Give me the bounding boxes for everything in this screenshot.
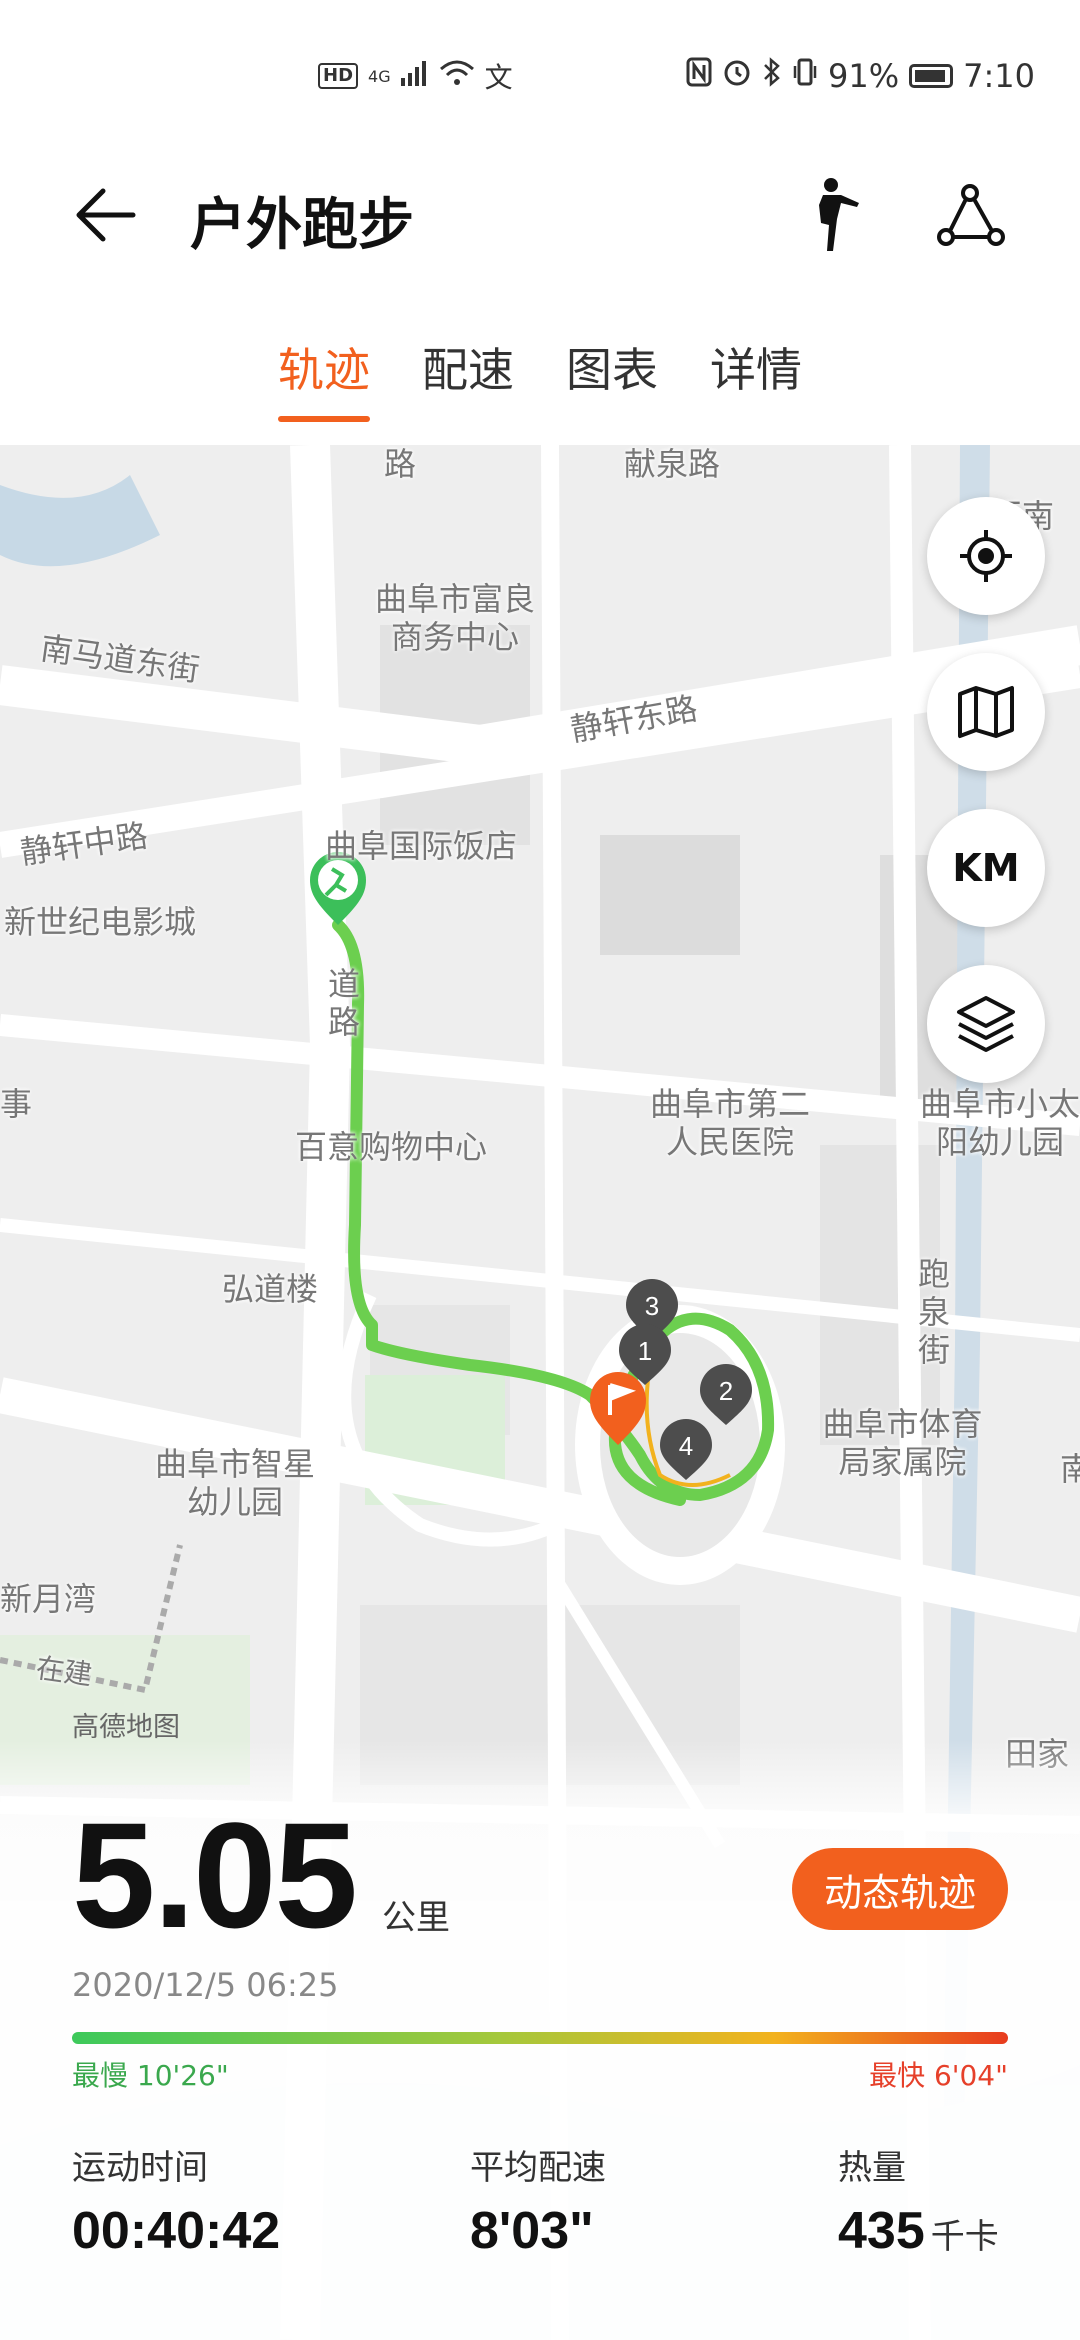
summary-panel: 5.05 公里 动态轨迹 2020/12/5 06:25 最慢 10'26" 最…	[0, 1740, 1080, 2340]
map-label-zaijian: 在建	[34, 1651, 95, 1692]
wifi-icon	[439, 59, 475, 94]
tab-bar: 轨迹 配速 图表 详情	[0, 320, 1080, 422]
pace-gradient-bar	[72, 2032, 1008, 2044]
layers-icon	[957, 996, 1015, 1052]
runner-icon	[819, 178, 859, 251]
map-label-kindergarten-right: 曲阜市小太阳幼儿园	[919, 1085, 1080, 1161]
nfc-icon	[686, 57, 712, 95]
fastest-pace: 最快 6'04"	[869, 2059, 1008, 2092]
status-bar: HD 4G 文 91% 7:10	[0, 0, 1080, 150]
map-label-dao-road: 道路	[327, 965, 360, 1041]
map-label-hotel: 曲阜国际饭店	[325, 827, 518, 865]
stat-value: 435	[838, 2202, 925, 2260]
vibrate-icon	[792, 57, 818, 95]
stat-avg-pace: 平均配速 8'03"	[470, 2140, 606, 2261]
map-label-road-top: 路	[384, 445, 417, 483]
stat-label: 运动时间	[72, 2148, 208, 2188]
runner-pose-button[interactable]	[788, 170, 878, 260]
bluetooth-icon	[762, 57, 782, 95]
km-marker-4: 4	[679, 1431, 693, 1461]
map-label-xinyuewan: 新月湾	[0, 1580, 97, 1618]
km-label: KM	[952, 846, 1020, 890]
map-label-cinema: 新世纪电影城	[4, 903, 197, 941]
crosshair-icon	[960, 530, 1012, 582]
km-marker-1: 1	[638, 1336, 652, 1366]
tab-pace[interactable]: 配速	[422, 320, 514, 420]
battery-icon	[909, 64, 954, 88]
map-label-paoquan: 跑泉街	[917, 1255, 950, 1369]
share-route-button[interactable]	[926, 170, 1016, 260]
back-button[interactable]	[60, 170, 150, 260]
layers-button[interactable]	[927, 965, 1045, 1083]
app-header: 户外跑步	[0, 150, 1080, 280]
slowest-pace: 最慢 10'26"	[72, 2059, 229, 2092]
distance-unit: 公里	[382, 1898, 450, 1938]
stat-label: 平均配速	[470, 2148, 606, 2188]
distance-value: 5.05	[72, 1791, 358, 1959]
stat-value-row: 435 千卡	[838, 2201, 999, 2261]
clock: 7:10	[963, 57, 1035, 95]
map-label-xianquan-road: 献泉路	[624, 445, 721, 483]
back-arrow-icon	[76, 188, 136, 242]
text-icon: 文	[484, 61, 513, 94]
route-icon	[937, 184, 1005, 246]
signal-icon	[400, 60, 429, 93]
km-marker-2: 2	[719, 1376, 733, 1406]
map-icon	[958, 686, 1014, 738]
hd-badge: HD	[318, 63, 359, 89]
locate-button[interactable]	[927, 497, 1045, 615]
dynamic-track-button[interactable]: 动态轨迹	[792, 1848, 1008, 1930]
map-label-fuliang-center: 曲阜市富良商务中心	[374, 580, 535, 656]
battery-percent: 91%	[828, 57, 900, 95]
map-label-hospital: 曲阜市第二人民医院	[649, 1085, 810, 1161]
map-attribution: 高德地图	[72, 1712, 180, 1743]
stat-value: 8'03"	[470, 2202, 594, 2260]
map-style-button[interactable]	[927, 653, 1045, 771]
tab-details[interactable]: 详情	[710, 320, 802, 420]
network-type: 4G	[368, 66, 391, 86]
km-toggle-button[interactable]: KM	[927, 809, 1045, 927]
status-right: 91% 7:10	[686, 56, 1035, 96]
stat-calories: 热量 435 千卡	[838, 2140, 999, 2261]
workout-date: 2020/12/5 06:25	[72, 1966, 339, 2004]
stat-value: 00:40:42	[72, 2202, 281, 2260]
page-title: 户外跑步	[190, 193, 414, 258]
alarm-icon	[722, 57, 752, 95]
stat-unit: 千卡	[930, 2218, 999, 2256]
map-label-sports-bureau: 曲阜市体育局家属院	[822, 1405, 983, 1481]
tab-chart[interactable]: 图表	[566, 320, 658, 420]
tab-track[interactable]: 轨迹	[278, 320, 370, 422]
map-label-zhixing: 曲阜市智星幼儿园	[155, 1445, 316, 1521]
stat-label: 热量	[838, 2148, 906, 2188]
map-label-nan: 南	[1060, 1450, 1080, 1488]
status-left: HD 4G 文	[318, 56, 513, 96]
map-label-shi: 事	[0, 1085, 33, 1123]
stat-duration: 运动时间 00:40:42	[72, 2140, 280, 2261]
map-label-hongdao: 弘道楼	[222, 1270, 319, 1308]
km-marker-3: 3	[645, 1291, 659, 1321]
map-label-baiyi: 百意购物中心	[295, 1128, 488, 1166]
